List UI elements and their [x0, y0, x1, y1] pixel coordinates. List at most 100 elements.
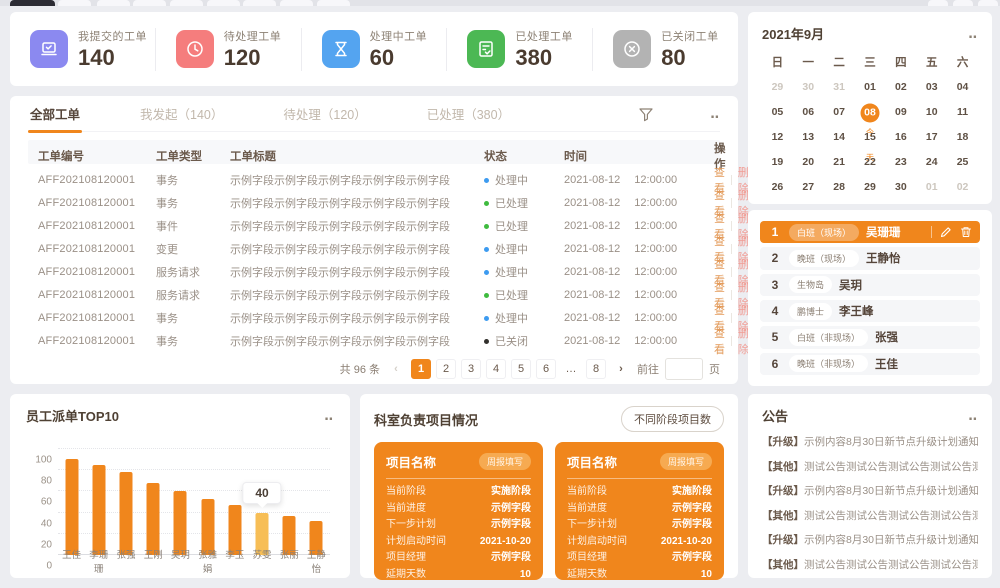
schedule-index[interactable]: 3 [768, 278, 782, 292]
weekday-label[interactable]: 四 [885, 51, 916, 75]
calendar-day[interactable]: 15 [855, 125, 886, 150]
trash-icon[interactable] [960, 226, 972, 238]
cell-status[interactable]: 处理中 [484, 172, 564, 188]
action-separator[interactable] [731, 175, 732, 185]
y-tick-label[interactable]: 0 [46, 561, 52, 572]
calendar-day[interactable]: 26 [762, 175, 793, 200]
cell-date[interactable]: 2021-08-12 [564, 289, 620, 301]
top-tab[interactable] [280, 0, 313, 6]
calendar-day[interactable]: 25 [947, 150, 978, 175]
cell-time[interactable]: 2021-08-1212:00:00 [564, 197, 714, 209]
bar[interactable] [147, 483, 160, 555]
status-dot-icon[interactable] [484, 293, 489, 298]
status-dot-icon[interactable] [484, 178, 489, 183]
cell-status[interactable]: 处理中 [484, 310, 564, 326]
weekday-label[interactable]: 六 [947, 51, 978, 75]
stat-item[interactable]: 待处理工单120 [155, 28, 301, 71]
bar-column[interactable] [303, 449, 330, 555]
calendar-more-icon[interactable]: ‥ [968, 26, 978, 42]
calendar-day[interactable]: 30 [885, 175, 916, 200]
schedule-index[interactable]: 4 [768, 304, 782, 318]
calendar-day[interactable]: 18 [947, 125, 978, 150]
column-header[interactable]: 工单编号 [38, 148, 156, 164]
table-row[interactable]: AFF202108120001事务示例字段示例字段示例字段示例字段示例字段已关闭… [28, 325, 720, 348]
calendar-day[interactable]: 29 [855, 175, 886, 200]
action-separator[interactable] [731, 336, 732, 346]
field-label[interactable]: 项目经理 [386, 550, 426, 567]
tab-全部工单[interactable]: 全部工单 [28, 95, 82, 132]
stat-item[interactable]: 已关闭工单80 [592, 28, 738, 71]
cell-order-title[interactable]: 示例字段示例字段示例字段示例字段示例字段 [230, 310, 484, 326]
announcement-tag[interactable]: 【升级】 [762, 485, 804, 497]
cell-time[interactable]: 2021-08-1212:00:00 [564, 174, 714, 186]
stat-label[interactable]: 已处理工单 [515, 28, 573, 44]
stat-item[interactable]: 已处理工单380 [446, 28, 592, 71]
top-tab[interactable] [97, 0, 130, 6]
table-row[interactable]: AFF202108120001事务示例字段示例字段示例字段示例字段示例字段已处理… [28, 187, 720, 210]
y-tick-label[interactable]: 20 [41, 539, 52, 550]
person-name[interactable]: 吴珊珊 [866, 224, 901, 240]
column-header[interactable]: 工单标题 [230, 148, 484, 164]
cell-order-title[interactable]: 示例字段示例字段示例字段示例字段示例字段 [230, 333, 484, 349]
field-value[interactable]: 10 [701, 567, 712, 584]
status-dot-icon[interactable] [484, 270, 489, 275]
field-label[interactable]: 当前进度 [386, 501, 426, 518]
project-field-row[interactable]: 下一步计划示例字段 [567, 517, 712, 534]
cell-order-type[interactable]: 变更 [156, 241, 230, 257]
cell-order-title[interactable]: 示例字段示例字段示例字段示例字段示例字段 [230, 172, 484, 188]
shift-badge[interactable]: 白班（非现场） [789, 329, 868, 346]
top-tab[interactable] [928, 0, 948, 6]
y-tick-label[interactable]: 60 [41, 497, 52, 508]
person-name[interactable]: 吴玥 [839, 277, 862, 293]
cell-date[interactable]: 2021-08-12 [564, 220, 620, 232]
project-field-row[interactable]: 当前进度示例字段 [567, 501, 712, 518]
cell-order-title[interactable]: 示例字段示例字段示例字段示例字段示例字段 [230, 195, 484, 211]
divider[interactable] [386, 478, 531, 479]
x-axis-label[interactable]: 王刚 [140, 547, 167, 575]
x-axis-label[interactable]: 张强 [112, 547, 139, 575]
table-row[interactable]: AFF202108120001事件示例字段示例字段示例字段示例字段示例字段已处理… [28, 210, 720, 233]
filter-icon[interactable] [638, 106, 654, 122]
calendar-day[interactable]: 02 [947, 175, 978, 200]
cell-order-type[interactable]: 服务请求 [156, 287, 230, 303]
cell-clock[interactable]: 12:00:00 [634, 197, 677, 209]
field-value[interactable]: 实施阶段 [672, 484, 712, 501]
cell-time[interactable]: 2021-08-1212:00:00 [564, 220, 714, 232]
cell-clock[interactable]: 12:00:00 [634, 243, 677, 255]
top-tab[interactable] [170, 0, 203, 6]
y-tick-label[interactable]: 80 [41, 476, 52, 487]
clock-icon[interactable] [176, 30, 214, 68]
schedule-row[interactable]: 1白班（现场）吴珊珊 [760, 221, 980, 243]
calendar-day[interactable]: 21 [824, 150, 855, 175]
bar[interactable] [65, 459, 78, 555]
calendar-day[interactable]: 30 [793, 75, 824, 100]
field-value[interactable]: 10 [520, 567, 531, 584]
bars-row[interactable]: 40 [58, 449, 330, 555]
cell-order-id[interactable]: AFF202108120001 [38, 243, 156, 255]
field-value[interactable]: 2021-10-20 [661, 534, 712, 551]
status-dot-icon[interactable] [484, 316, 489, 321]
calendar-day[interactable]: 01 [916, 175, 947, 200]
bar[interactable] [92, 465, 105, 555]
action-separator[interactable] [731, 198, 732, 208]
field-label[interactable]: 下一步计划 [386, 517, 436, 534]
bar-column[interactable] [112, 449, 139, 555]
stat-label[interactable]: 处理中工单 [370, 28, 428, 44]
calendar-day[interactable]: 19 [762, 150, 793, 175]
goto-page-input[interactable] [665, 358, 703, 380]
cell-order-title[interactable]: 示例字段示例字段示例字段示例字段示例字段 [230, 287, 484, 303]
page-button-2[interactable]: 2 [436, 359, 456, 379]
announcement-item[interactable]: 【升级】示例内容8月30日新节点升级计划通知 [762, 483, 978, 498]
person-name[interactable]: 张强 [875, 329, 898, 345]
project-field-row[interactable]: 延期天数10 [386, 567, 531, 584]
bar-column[interactable] [194, 449, 221, 555]
cell-order-id[interactable]: AFF202108120001 [38, 197, 156, 209]
announcement-tag[interactable]: 【其他】 [762, 559, 804, 571]
field-label[interactable]: 当前阶段 [386, 484, 426, 501]
cell-order-title[interactable]: 示例字段示例字段示例字段示例字段示例字段 [230, 241, 484, 257]
calendar-day[interactable]: 11 [947, 100, 978, 125]
calendar-day[interactable]: 17 [916, 125, 947, 150]
announcement-item[interactable]: 【其他】测试公告测试公告测试公告测试公告测试公告 [762, 459, 978, 474]
announcement-item[interactable]: 【升级】示例内容8月30日新节点升级计划通知 [762, 532, 978, 547]
action-separator[interactable] [731, 244, 732, 254]
